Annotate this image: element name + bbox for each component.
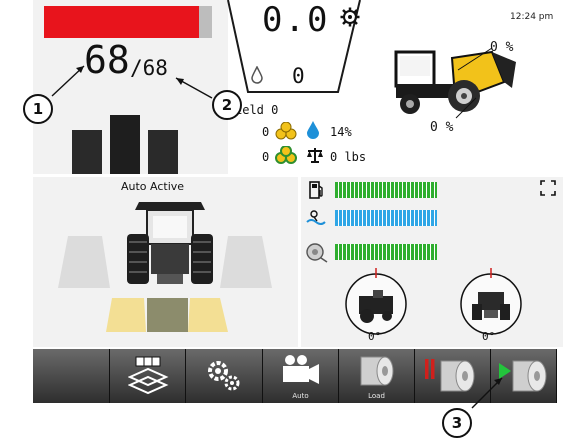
settings-button[interactable]: [186, 349, 263, 403]
bales-count: 0: [262, 125, 270, 139]
scale-icon: [307, 148, 323, 163]
baler-pct-bottom: 0 %: [430, 120, 454, 135]
callout-1: 1: [23, 94, 53, 124]
twine-level-bar: [335, 244, 437, 260]
bale-icon: [512, 360, 547, 392]
auto-camera-button[interactable]: Auto: [263, 349, 339, 403]
progress-bar-red: [44, 6, 199, 38]
wraps-count: 0: [262, 150, 270, 164]
expand-icon[interactable]: [540, 180, 556, 196]
toolbar-blank-button[interactable]: [33, 349, 110, 403]
tilt-gauge-left: [345, 268, 407, 335]
speed-readout: 0.0: [262, 0, 330, 40]
tilt-angle-left: 0°: [368, 330, 382, 343]
net-level-bar: [335, 210, 437, 226]
field-grid-icon: [128, 356, 169, 395]
camera-icon: [283, 355, 319, 384]
net-level-fill: [335, 210, 437, 226]
moisture-drop-icon: [307, 121, 319, 139]
field-total: /68: [130, 56, 168, 80]
callout-line-pct-top: [457, 47, 493, 71]
fuel-drop-icon: [251, 66, 263, 84]
tilt-angle-right: 0°: [482, 330, 496, 343]
wrapped-bales-icon: [275, 146, 297, 164]
tractor-rear-graphic: [127, 202, 213, 284]
load-button[interactable]: Load: [339, 349, 415, 403]
load-label: Load: [368, 392, 385, 400]
twine-level-fill: [335, 244, 437, 260]
progress-bar-remainder: [199, 6, 212, 38]
net-wrap-icon: [306, 210, 326, 225]
fuel-readout: 0: [292, 64, 305, 88]
bales-gold-icon: [275, 122, 297, 140]
field-grid-button[interactable]: [110, 349, 186, 403]
settings-gears-icon: [208, 361, 240, 391]
fuel-level-fill: [335, 182, 437, 198]
bale-block-2: [110, 115, 140, 174]
bale-icon: [360, 356, 394, 386]
callout-3: 3: [442, 408, 472, 438]
callout-2: 2: [212, 90, 242, 120]
tilt-gauge-right: [460, 268, 522, 335]
twine-icon: [306, 243, 328, 263]
bale-block-3: [148, 130, 178, 174]
callout-arrow-2: [175, 77, 213, 99]
bale-block-1: [72, 130, 102, 174]
gear-icon[interactable]: [340, 7, 360, 27]
fuel-level-bar: [335, 182, 437, 198]
bale-stack-graphic: [72, 115, 178, 174]
auto-title: Auto Active: [121, 180, 185, 193]
callout-arrow-3: [471, 377, 503, 409]
moisture-pct: 14%: [330, 125, 352, 139]
fuel-icon: [309, 181, 323, 199]
weight: 0 lbs: [330, 150, 367, 164]
callout-arrow-1: [51, 65, 85, 97]
field-count: 68: [84, 38, 130, 82]
auto-label: Auto: [292, 392, 309, 400]
stop-icon: [425, 359, 435, 379]
clock: 12:24 pm: [510, 12, 554, 22]
callout-line-pct-bottom: [455, 97, 477, 119]
